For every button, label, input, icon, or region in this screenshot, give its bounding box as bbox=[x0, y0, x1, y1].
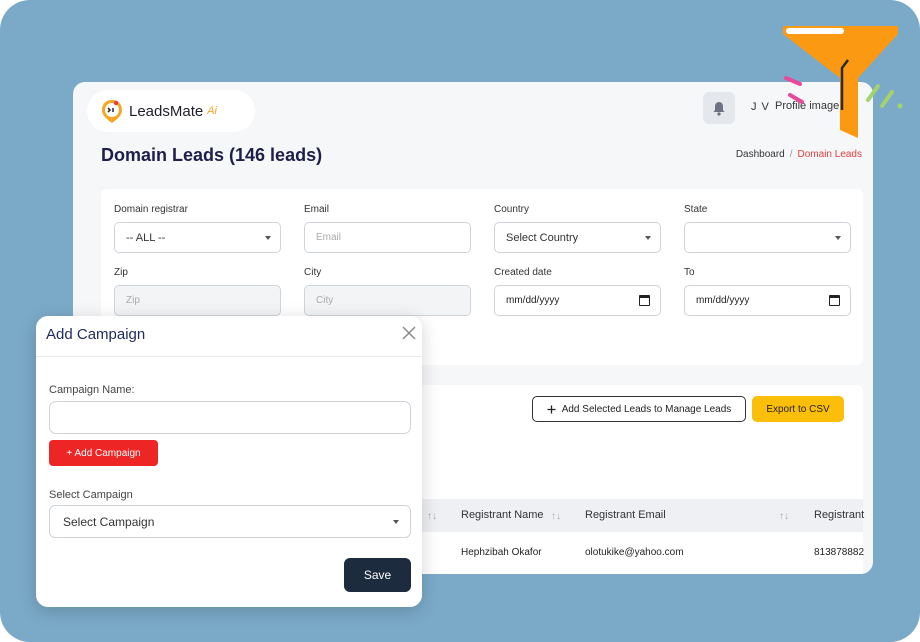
country-select[interactable]: Select Country bbox=[494, 222, 661, 253]
city-label: City bbox=[304, 267, 322, 278]
chevron-down-icon bbox=[265, 236, 271, 240]
add-campaign-modal: Add Campaign Campaign Name: + Add Campai… bbox=[36, 316, 422, 607]
campaign-name-input[interactable] bbox=[49, 401, 411, 434]
breadcrumb-separator: / bbox=[789, 149, 793, 160]
breadcrumb: Dashboard / Domain Leads bbox=[736, 149, 862, 160]
created-date-value: mm/dd/yyyy bbox=[506, 295, 560, 306]
email-placeholder: Email bbox=[316, 232, 342, 243]
add-campaign-label: + Add Campaign bbox=[66, 447, 141, 459]
zip-placeholder: Zip bbox=[126, 295, 140, 306]
sort-icon[interactable]: ↑↓ bbox=[551, 511, 561, 522]
column-header-registrant-name[interactable]: Registrant Name bbox=[461, 509, 544, 521]
plus-icon bbox=[547, 405, 556, 413]
logo-suffix: Ai bbox=[207, 105, 217, 117]
domain-registrar-value: -- ALL -- bbox=[126, 231, 166, 244]
modal-title: Add Campaign bbox=[46, 326, 146, 343]
select-campaign-value: Select Campaign bbox=[63, 514, 155, 529]
chevron-down-icon bbox=[835, 236, 841, 240]
save-button[interactable]: Save bbox=[344, 558, 411, 592]
bell-icon bbox=[713, 101, 725, 116]
to-date-label: To bbox=[684, 267, 695, 278]
logo-name: LeadsMate bbox=[129, 102, 204, 120]
add-campaign-button[interactable]: + Add Campaign bbox=[49, 440, 158, 466]
export-csv-button[interactable]: Export to CSV bbox=[752, 396, 844, 422]
country-value: Select Country bbox=[506, 231, 579, 244]
email-input[interactable]: Email bbox=[304, 222, 471, 253]
campaign-name-label: Campaign Name: bbox=[49, 384, 135, 396]
page-title: Domain Leads (146 leads) bbox=[101, 145, 323, 165]
domain-registrar-label: Domain registrar bbox=[114, 204, 188, 215]
calendar-icon[interactable] bbox=[829, 295, 840, 306]
created-date-input[interactable]: mm/dd/yyyy bbox=[494, 285, 661, 316]
select-campaign-label: Select Campaign bbox=[49, 489, 133, 501]
modal-divider bbox=[36, 356, 422, 357]
state-select[interactable] bbox=[684, 222, 851, 253]
cell-registrant-phone: 813878882 bbox=[814, 547, 865, 558]
add-selected-leads-button[interactable]: Add Selected Leads to Manage Leads bbox=[532, 396, 746, 422]
zip-label: Zip bbox=[114, 267, 128, 278]
export-csv-label: Export to CSV bbox=[766, 403, 830, 415]
to-date-input[interactable]: mm/dd/yyyy bbox=[684, 285, 851, 316]
sort-icon[interactable]: ↑↓ bbox=[427, 511, 437, 522]
save-label: Save bbox=[363, 568, 392, 582]
zip-input[interactable]: Zip bbox=[114, 285, 281, 316]
breadcrumb-home[interactable]: Dashboard bbox=[736, 149, 785, 160]
funnel-icon bbox=[783, 26, 903, 138]
sort-icon[interactable]: ↑↓ bbox=[779, 511, 789, 522]
email-label: Email bbox=[304, 204, 330, 215]
column-header-registrant-email[interactable]: Registrant Email bbox=[585, 509, 666, 521]
logo[interactable]: LeadsMate Ai bbox=[87, 90, 255, 132]
city-placeholder: City bbox=[316, 295, 334, 306]
country-label: Country bbox=[494, 204, 530, 215]
state-label: State bbox=[684, 204, 708, 215]
column-header-registrant-phone[interactable]: Registrant bbox=[814, 509, 864, 521]
cell-registrant-email: olotukike@yahoo.com bbox=[585, 547, 684, 558]
domain-registrar-select[interactable]: -- ALL -- bbox=[114, 222, 281, 253]
notifications-button[interactable] bbox=[703, 92, 735, 124]
city-input[interactable]: City bbox=[304, 285, 471, 316]
user-initials[interactable]: J V bbox=[751, 101, 770, 113]
chevron-down-icon bbox=[645, 236, 651, 240]
calendar-icon[interactable] bbox=[639, 295, 650, 306]
breadcrumb-current: Domain Leads bbox=[797, 149, 862, 160]
close-icon[interactable] bbox=[400, 324, 418, 342]
select-campaign-dropdown[interactable]: Select Campaign bbox=[49, 505, 411, 538]
created-date-label: Created date bbox=[494, 267, 552, 278]
leadsmate-logo-icon bbox=[99, 98, 125, 124]
add-selected-leads-label: Add Selected Leads to Manage Leads bbox=[561, 403, 732, 415]
chevron-down-icon bbox=[393, 520, 399, 524]
to-date-value: mm/dd/yyyy bbox=[696, 295, 750, 306]
cell-registrant-name: Hephzibah Okafor bbox=[461, 547, 542, 558]
